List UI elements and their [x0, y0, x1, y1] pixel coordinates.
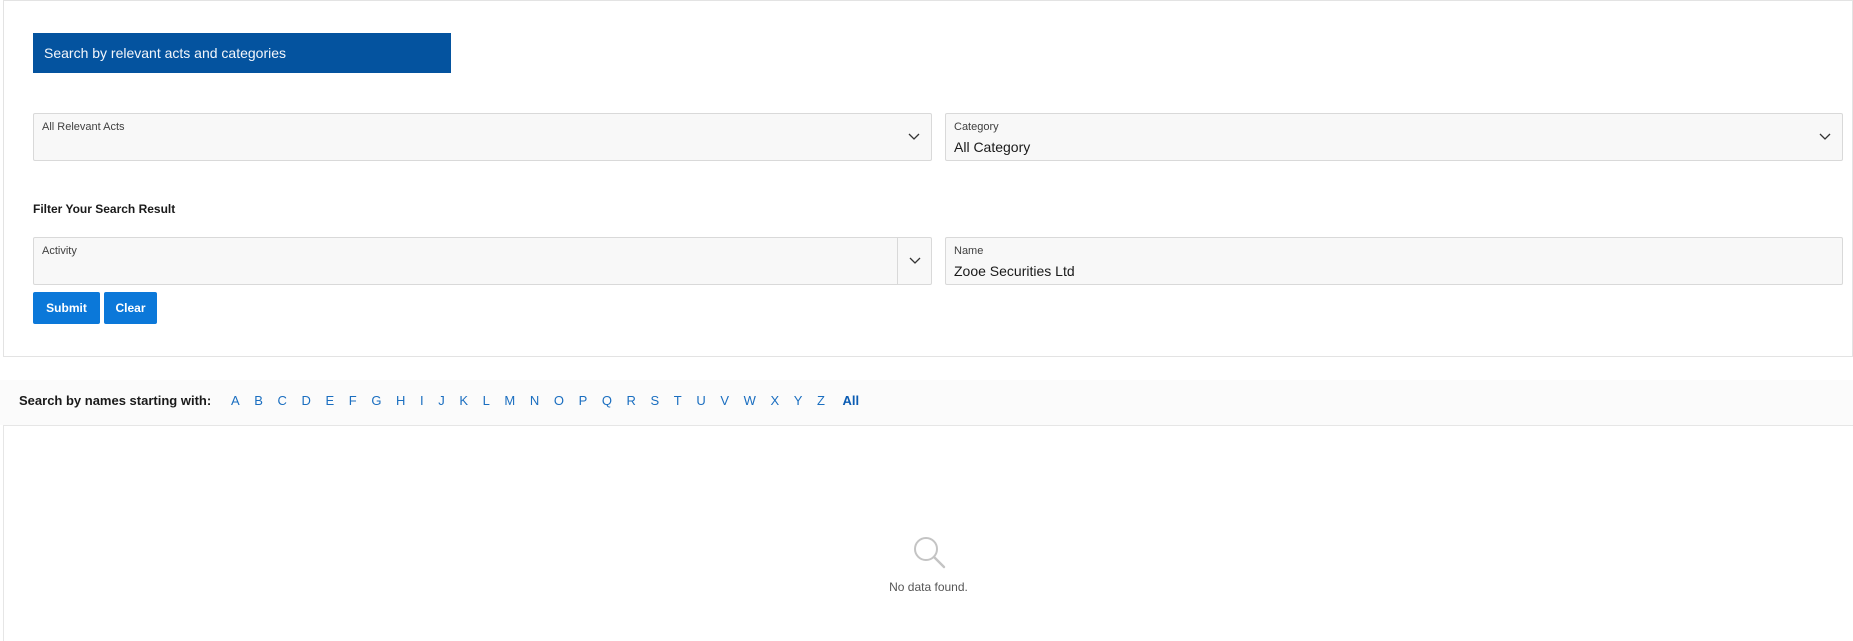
- letter-link[interactable]: J: [438, 393, 445, 408]
- submit-button[interactable]: Submit: [33, 292, 100, 324]
- letter-link[interactable]: V: [720, 393, 729, 408]
- alphabet-bar: Search by names starting with: A B C D E…: [0, 380, 1853, 425]
- letter-link[interactable]: T: [674, 393, 682, 408]
- letter-link[interactable]: F: [349, 393, 357, 408]
- page: Search by relevant acts and categories A…: [0, 0, 1853, 641]
- letter-link[interactable]: D: [302, 393, 311, 408]
- chevron-down-icon[interactable]: [1808, 114, 1842, 160]
- letter-link[interactable]: M: [504, 393, 515, 408]
- letter-link[interactable]: Y: [794, 393, 803, 408]
- letter-link[interactable]: N: [530, 393, 539, 408]
- letter-link[interactable]: G: [371, 393, 381, 408]
- category-select[interactable]: Category All Category: [945, 113, 1843, 161]
- letter-link[interactable]: Q: [602, 393, 612, 408]
- alphabet-letters: A B C D E F G H I J K L M N O P Q R S T …: [231, 393, 874, 408]
- letter-link[interactable]: X: [770, 393, 779, 408]
- chevron-down-icon[interactable]: [897, 114, 931, 160]
- letter-link[interactable]: L: [483, 393, 490, 408]
- relevant-acts-select[interactable]: All Relevant Acts: [33, 113, 932, 161]
- filter-section-title: Filter Your Search Result: [33, 202, 176, 216]
- letter-link[interactable]: A: [231, 393, 240, 408]
- letter-link[interactable]: E: [326, 393, 335, 408]
- chevron-down-icon[interactable]: [897, 238, 931, 284]
- name-field[interactable]: Name Zooe Securities Ltd: [945, 237, 1843, 285]
- letter-link[interactable]: H: [396, 393, 405, 408]
- activity-label: Activity: [42, 245, 77, 257]
- letter-link[interactable]: I: [420, 393, 424, 408]
- letter-link-all[interactable]: All: [843, 393, 860, 408]
- letter-link[interactable]: Z: [817, 393, 825, 408]
- letter-link[interactable]: S: [651, 393, 660, 408]
- letter-link[interactable]: R: [627, 393, 636, 408]
- activity-select[interactable]: Activity: [33, 237, 932, 285]
- name-label: Name: [954, 245, 984, 257]
- empty-state: No data found.: [4, 534, 1853, 594]
- letter-link[interactable]: K: [459, 393, 468, 408]
- letter-link[interactable]: C: [278, 393, 287, 408]
- category-value: All Category: [954, 139, 1031, 155]
- clear-button[interactable]: Clear: [104, 292, 157, 324]
- alphabet-title: Search by names starting with:: [19, 393, 212, 408]
- letter-link[interactable]: O: [554, 393, 564, 408]
- letter-link[interactable]: W: [744, 393, 756, 408]
- relevant-acts-label: All Relevant Acts: [42, 121, 125, 133]
- section-header: Search by relevant acts and categories: [33, 33, 451, 73]
- letter-link[interactable]: B: [254, 393, 263, 408]
- letter-link[interactable]: P: [579, 393, 588, 408]
- search-icon: [913, 537, 945, 569]
- results-panel: No data found.: [3, 425, 1853, 641]
- category-label: Category: [954, 121, 999, 133]
- letter-link[interactable]: U: [696, 393, 705, 408]
- empty-message: No data found.: [889, 580, 968, 594]
- name-input[interactable]: Zooe Securities Ltd: [954, 263, 1075, 279]
